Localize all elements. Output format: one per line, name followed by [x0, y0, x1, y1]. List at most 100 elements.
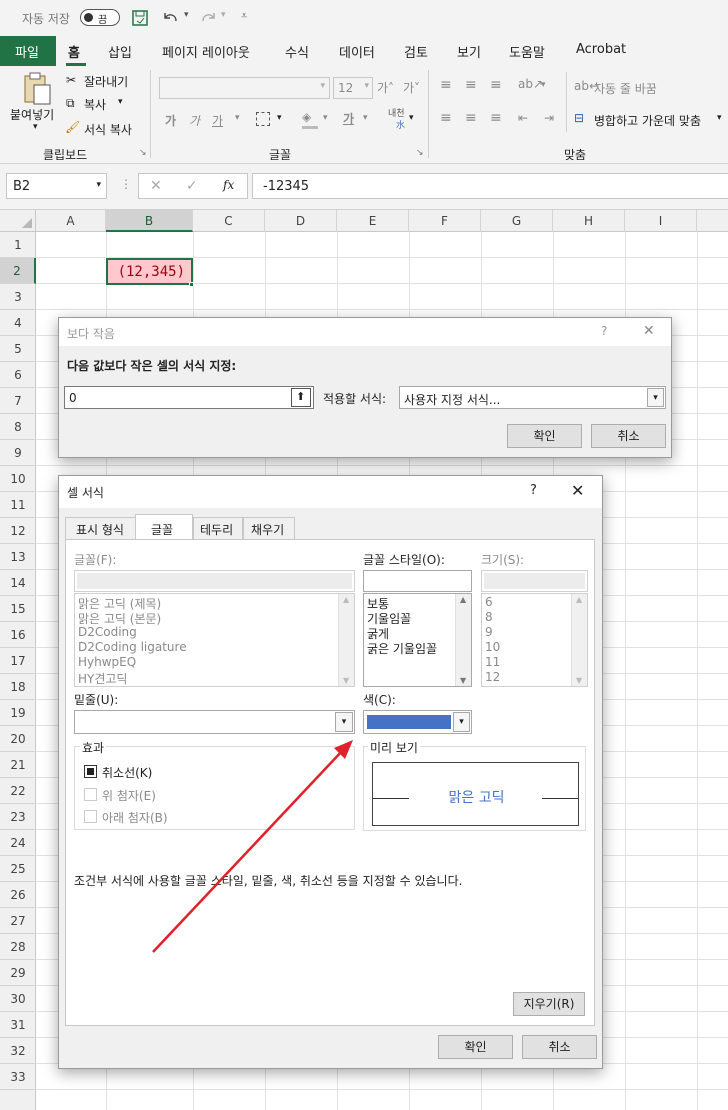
- row-header[interactable]: 15: [0, 596, 36, 622]
- redo-dropdown-icon[interactable]: ▾: [221, 10, 226, 20]
- font-input[interactable]: [74, 570, 355, 592]
- clear-button[interactable]: 지우기(R): [513, 992, 585, 1016]
- scroll-down-icon[interactable]: ▼: [343, 676, 349, 685]
- format-painter-icon[interactable]: 🖌: [65, 120, 80, 134]
- column-header-i[interactable]: I: [625, 210, 697, 232]
- align-right-icon[interactable]: ≡: [490, 110, 502, 126]
- help-icon[interactable]: ?: [601, 324, 607, 338]
- align-center-icon[interactable]: ≡: [465, 110, 477, 126]
- row-header[interactable]: 5: [0, 336, 36, 362]
- tab-home[interactable]: 홈: [68, 42, 80, 61]
- row-header[interactable]: 16: [0, 622, 36, 648]
- row-header[interactable]: 6: [0, 362, 36, 388]
- color-picker[interactable]: ▾: [363, 710, 472, 734]
- chevron-down-icon[interactable]: ▾: [453, 712, 470, 732]
- row-header[interactable]: 18: [0, 674, 36, 700]
- scroll-down-icon[interactable]: ▼: [460, 676, 466, 685]
- column-header-b[interactable]: B: [106, 210, 193, 232]
- collapse-dialog-button[interactable]: ⬆: [291, 388, 311, 407]
- name-box-dropdown-icon[interactable]: ▾: [96, 180, 101, 190]
- scroll-up-icon[interactable]: ▲: [343, 595, 349, 604]
- copy-icon[interactable]: ⧉: [66, 96, 75, 111]
- align-bottom-icon[interactable]: ≡: [490, 77, 502, 93]
- font-style-item[interactable]: 굵은 기울임꼴: [367, 640, 437, 657]
- row-header[interactable]: 7: [0, 388, 36, 414]
- font-launcher-icon[interactable]: ↘: [416, 148, 424, 158]
- select-all-corner[interactable]: [0, 210, 36, 232]
- bold-button[interactable]: 가: [165, 112, 176, 129]
- font-list-scrollbar[interactable]: ▲ ▼: [338, 594, 354, 686]
- format-cancel-button[interactable]: 취소: [522, 1035, 597, 1059]
- redo-icon[interactable]: [197, 9, 219, 27]
- column-header-e[interactable]: E: [337, 210, 409, 232]
- confirm-entry-icon[interactable]: ✓: [186, 178, 198, 194]
- superscript-checkbox[interactable]: [84, 788, 97, 801]
- name-box[interactable]: B2 ▾: [6, 173, 107, 199]
- merge-center-button[interactable]: 병합하고 가운데 맞춤: [594, 112, 701, 129]
- increase-indent-icon[interactable]: ⇥: [544, 111, 554, 125]
- clipboard-launcher-icon[interactable]: ↘: [139, 148, 147, 158]
- underline-button[interactable]: 가: [212, 112, 223, 129]
- row-header[interactable]: 1: [0, 232, 36, 258]
- borders-icon[interactable]: [256, 112, 270, 126]
- merge-center-icon[interactable]: ⊟: [574, 111, 584, 125]
- tab-acrobat[interactable]: Acrobat: [576, 42, 626, 57]
- customize-qat-icon[interactable]: ⩡: [241, 9, 247, 23]
- row-header[interactable]: 9: [0, 440, 36, 466]
- subscript-checkbox[interactable]: [84, 810, 97, 823]
- underline-dropdown-icon[interactable]: ▾: [235, 113, 240, 123]
- row-header[interactable]: 17: [0, 648, 36, 674]
- strikethrough-checkbox[interactable]: [84, 765, 97, 778]
- format-painter-button[interactable]: 서식 복사: [84, 121, 132, 138]
- apply-format-select[interactable]: 사용자 지정 서식... ▾: [399, 386, 666, 409]
- scroll-down-icon[interactable]: ▼: [576, 676, 582, 685]
- underline-select[interactable]: ▾: [74, 710, 355, 734]
- insert-function-icon[interactable]: fx: [223, 178, 234, 192]
- tab-formulas[interactable]: 수식: [285, 42, 309, 61]
- column-header-g[interactable]: G: [481, 210, 553, 232]
- font-size-scrollbar[interactable]: ▲ ▼: [571, 594, 587, 686]
- row-header[interactable]: 2: [0, 258, 36, 284]
- tab-number[interactable]: 표시 형식: [65, 517, 137, 539]
- grow-font-icon[interactable]: 가˄: [377, 79, 394, 96]
- close-icon[interactable]: ✕: [643, 323, 655, 339]
- tab-file-label[interactable]: 파일: [15, 42, 39, 61]
- format-ok-button[interactable]: 확인: [438, 1035, 513, 1059]
- row-header[interactable]: 10: [0, 466, 36, 492]
- row-header[interactable]: 11: [0, 492, 36, 518]
- row-header[interactable]: 25: [0, 856, 36, 882]
- less-than-ok-button[interactable]: 확인: [507, 424, 582, 448]
- wrap-text-button[interactable]: 자동 줄 바꿈: [594, 80, 657, 97]
- undo-dropdown-icon[interactable]: ▾: [184, 10, 189, 20]
- font-color-dropdown-icon[interactable]: ▾: [363, 113, 368, 123]
- row-header[interactable]: 13: [0, 544, 36, 570]
- shrink-font-icon[interactable]: 가˅: [403, 79, 420, 96]
- row-header[interactable]: 20: [0, 726, 36, 752]
- row-header[interactable]: 33: [0, 1064, 36, 1090]
- cut-icon[interactable]: ✂: [66, 73, 76, 87]
- column-header-d[interactable]: D: [265, 210, 337, 232]
- tab-insert[interactable]: 삽입: [108, 42, 132, 61]
- copy-dropdown-icon[interactable]: ▾: [118, 97, 123, 107]
- row-header[interactable]: 8: [0, 414, 36, 440]
- tab-view[interactable]: 보기: [457, 42, 481, 61]
- orientation-icon[interactable]: ab↗: [518, 77, 543, 91]
- font-size-item[interactable]: 6: [485, 595, 493, 609]
- column-header-a[interactable]: A: [36, 210, 106, 232]
- align-left-icon[interactable]: ≡: [440, 110, 452, 126]
- decrease-indent-icon[interactable]: ⇤: [518, 111, 528, 125]
- font-list[interactable]: 맑은 고딕 (제목) 맑은 고딕 (본문) D2Coding D2Coding …: [74, 593, 355, 687]
- italic-button[interactable]: 가: [189, 112, 200, 129]
- font-list-item[interactable]: D2Coding ligature: [78, 640, 187, 654]
- row-header[interactable]: 30: [0, 986, 36, 1012]
- row-header[interactable]: 31: [0, 1012, 36, 1038]
- font-list-item[interactable]: HyhwpEQ: [78, 655, 136, 669]
- tab-data[interactable]: 데이터: [339, 42, 375, 61]
- column-header-f[interactable]: F: [409, 210, 481, 232]
- chevron-down-icon[interactable]: ▾: [335, 712, 353, 732]
- fill-color-icon[interactable]: ◈: [302, 110, 311, 124]
- row-header[interactable]: 21: [0, 752, 36, 778]
- formula-input[interactable]: -12345: [252, 173, 728, 199]
- font-size-item[interactable]: 12: [485, 670, 500, 684]
- scroll-up-icon[interactable]: ▲: [460, 595, 466, 604]
